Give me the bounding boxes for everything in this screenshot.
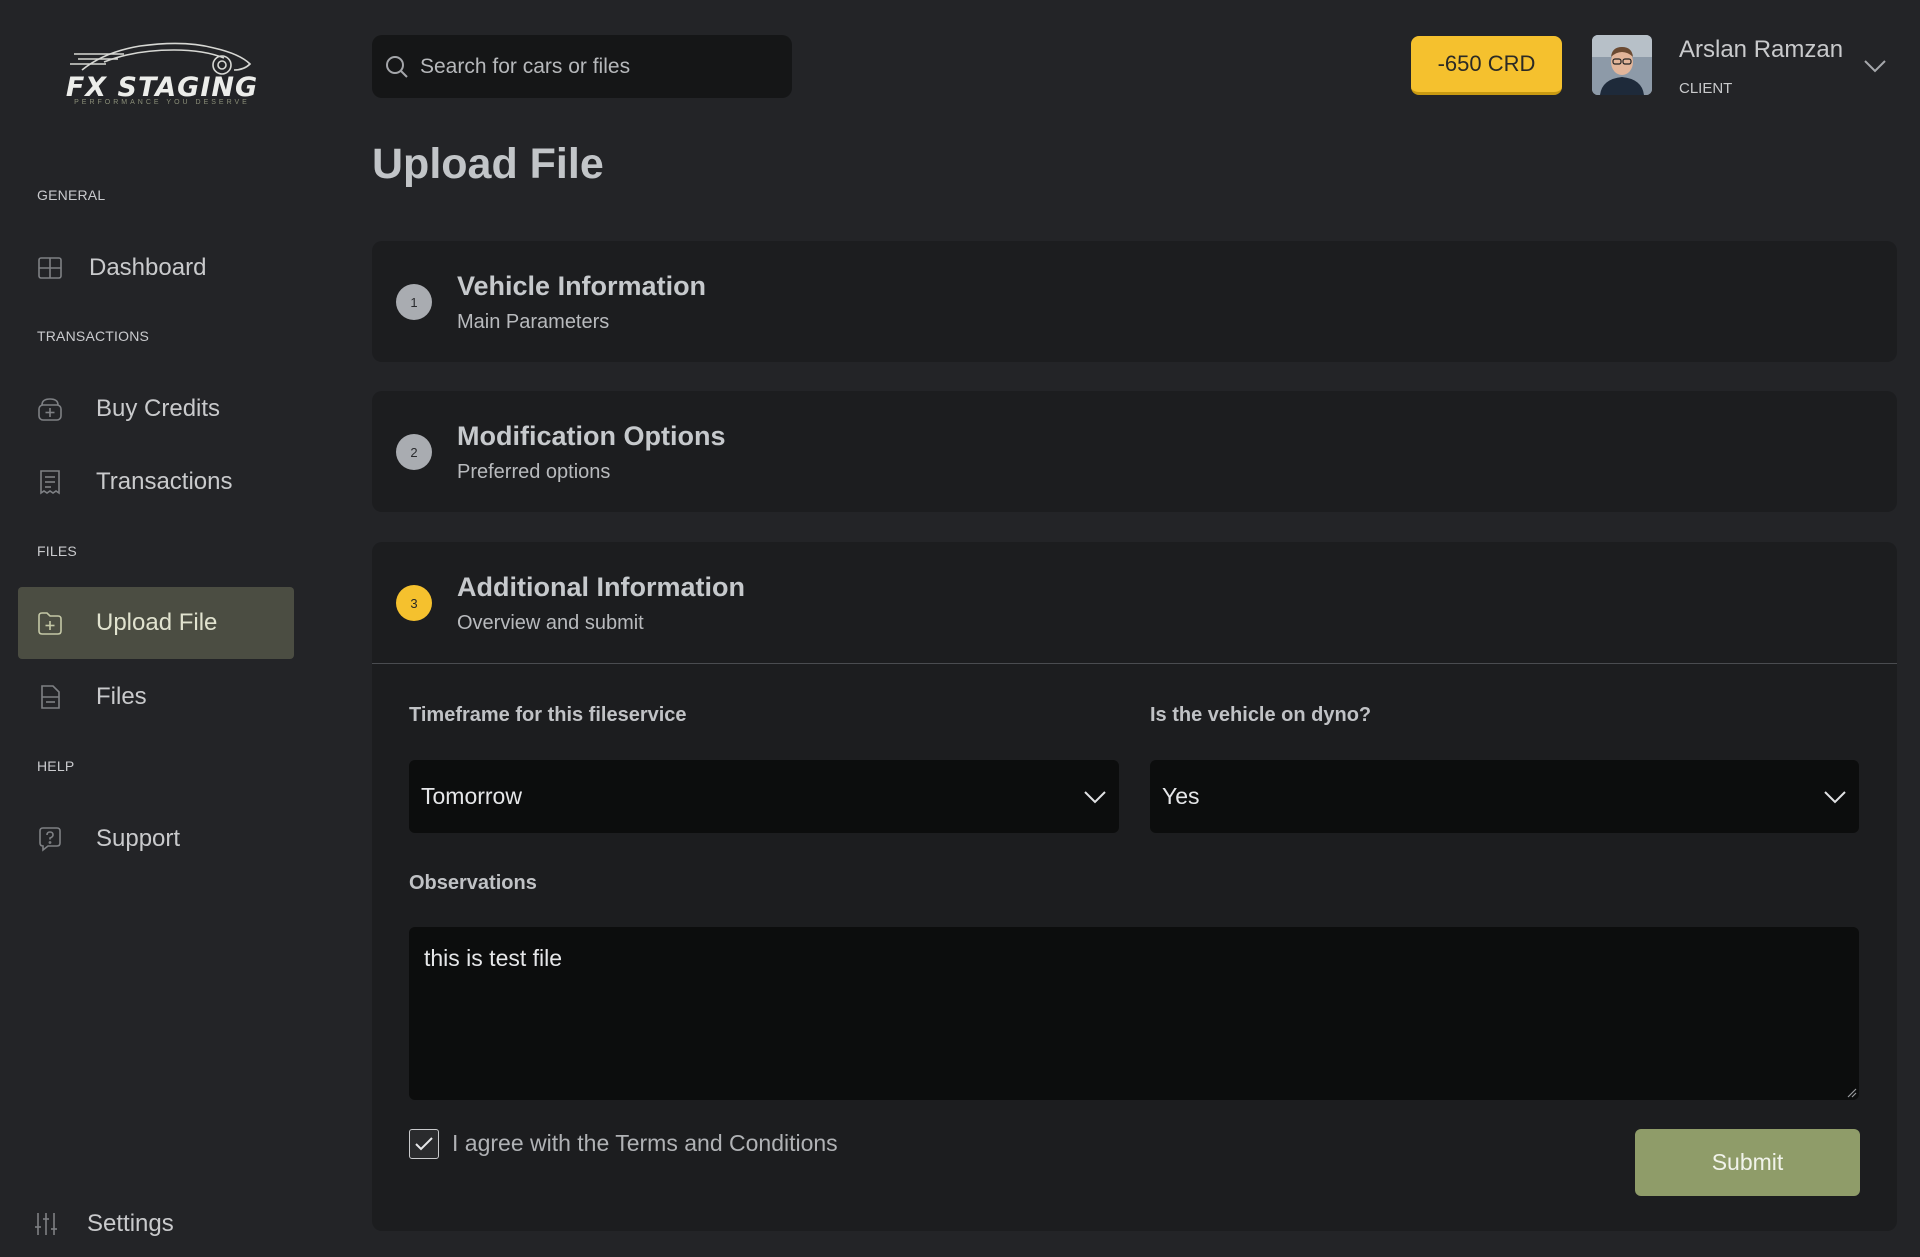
terms-label[interactable]: I agree with the Terms and Conditions [452, 1130, 838, 1157]
timeframe-label: Timeframe for this fileservice [409, 704, 687, 726]
step-title: Modification Options [457, 421, 726, 451]
receipt-icon [35, 467, 65, 497]
step-subtitle: Overview and submit [457, 612, 644, 634]
settings-label: Settings [87, 1210, 174, 1237]
sidebar-item-label: Dashboard [89, 254, 207, 281]
submit-button[interactable]: Submit [1635, 1129, 1860, 1196]
step-additional-information: 3 Additional Information Overview and su… [372, 542, 1897, 1231]
user-photo-icon [1592, 35, 1652, 95]
step-subtitle: Preferred options [457, 461, 611, 483]
section-general: GENERAL [37, 187, 106, 203]
sidebar-item-settings[interactable]: Settings [14, 1188, 290, 1257]
step-title: Additional Information [457, 572, 745, 602]
sidebar-item-label: Upload File [96, 609, 218, 636]
credit-bag-icon [35, 394, 65, 424]
section-transactions: TRANSACTIONS [37, 328, 150, 344]
sidebar-item-label: Support [96, 825, 181, 852]
help-chat-icon [35, 824, 65, 854]
sidebar-item-dashboard[interactable]: Dashboard [18, 232, 294, 304]
sidebar-item-buy-credits[interactable]: Buy Credits [18, 373, 294, 445]
section-files: FILES [37, 543, 77, 559]
observations-label: Observations [409, 872, 537, 894]
search-icon [386, 55, 408, 78]
user-menu-chevron[interactable] [1862, 58, 1888, 79]
section-help: HELP [37, 758, 75, 774]
folder-plus-icon [35, 608, 65, 638]
step-subtitle: Main Parameters [457, 311, 610, 333]
sidebar-item-label: Files [96, 683, 147, 710]
sidebar-item-label: Buy Credits [96, 395, 221, 422]
observations-textarea[interactable]: this is test file [409, 927, 1859, 1100]
step-modification-options[interactable]: 2 Modification Options Preferred options [372, 391, 1897, 512]
sidebar-item-transactions[interactable]: Transactions [18, 446, 294, 518]
dyno-label: Is the vehicle on dyno? [1150, 704, 1372, 726]
step-number: 3 [396, 585, 432, 621]
search-bar[interactable] [372, 35, 792, 98]
sidebar: FX STAGING PERFORMANCE YOU DESERVE GENER… [0, 0, 330, 1257]
user-name: Arslan Ramzan [1679, 36, 1844, 63]
step-number: 2 [396, 434, 432, 470]
page-title: Upload File [372, 140, 604, 188]
search-input[interactable] [420, 54, 780, 79]
chevron-down-icon [1864, 60, 1886, 73]
step-title: Vehicle Information [457, 271, 707, 301]
additional-info-form: Timeframe for this fileservice Tomorrow … [372, 664, 1897, 1231]
sidebar-item-upload-file[interactable]: Upload File [18, 587, 294, 659]
step-vehicle-information[interactable]: 1 Vehicle Information Main Parameters [372, 241, 1897, 362]
sidebar-item-support[interactable]: Support [18, 803, 294, 875]
user-role: CLIENT [1679, 80, 1733, 97]
chevron-down-icon [1824, 790, 1846, 803]
avatar[interactable] [1592, 35, 1652, 95]
terms-checkbox[interactable] [409, 1129, 439, 1159]
chevron-down-icon [1084, 790, 1106, 803]
file-icon [35, 682, 65, 712]
resize-handle-icon[interactable] [1845, 1086, 1857, 1098]
timeframe-select[interactable]: Tomorrow [409, 760, 1119, 833]
check-icon [415, 1137, 433, 1151]
brand-logo[interactable]: FX STAGING PERFORMANCE YOU DESERVE [44, 32, 280, 110]
step-header[interactable]: 3 Additional Information Overview and su… [372, 542, 1897, 663]
car-logo-icon [70, 42, 252, 75]
dyno-select[interactable]: Yes [1150, 760, 1859, 833]
observations-value: this is test file [424, 945, 563, 971]
grid-icon [35, 253, 65, 283]
dyno-value: Yes [1162, 783, 1200, 809]
sidebar-item-label: Transactions [96, 468, 233, 495]
timeframe-value: Tomorrow [421, 783, 522, 809]
sliders-icon [31, 1209, 61, 1239]
step-number: 1 [396, 284, 432, 320]
brand-tagline: PERFORMANCE YOU DESERVE [74, 99, 250, 106]
credits-badge[interactable]: -650 CRD [1411, 36, 1562, 95]
sidebar-item-files[interactable]: Files [18, 661, 294, 733]
